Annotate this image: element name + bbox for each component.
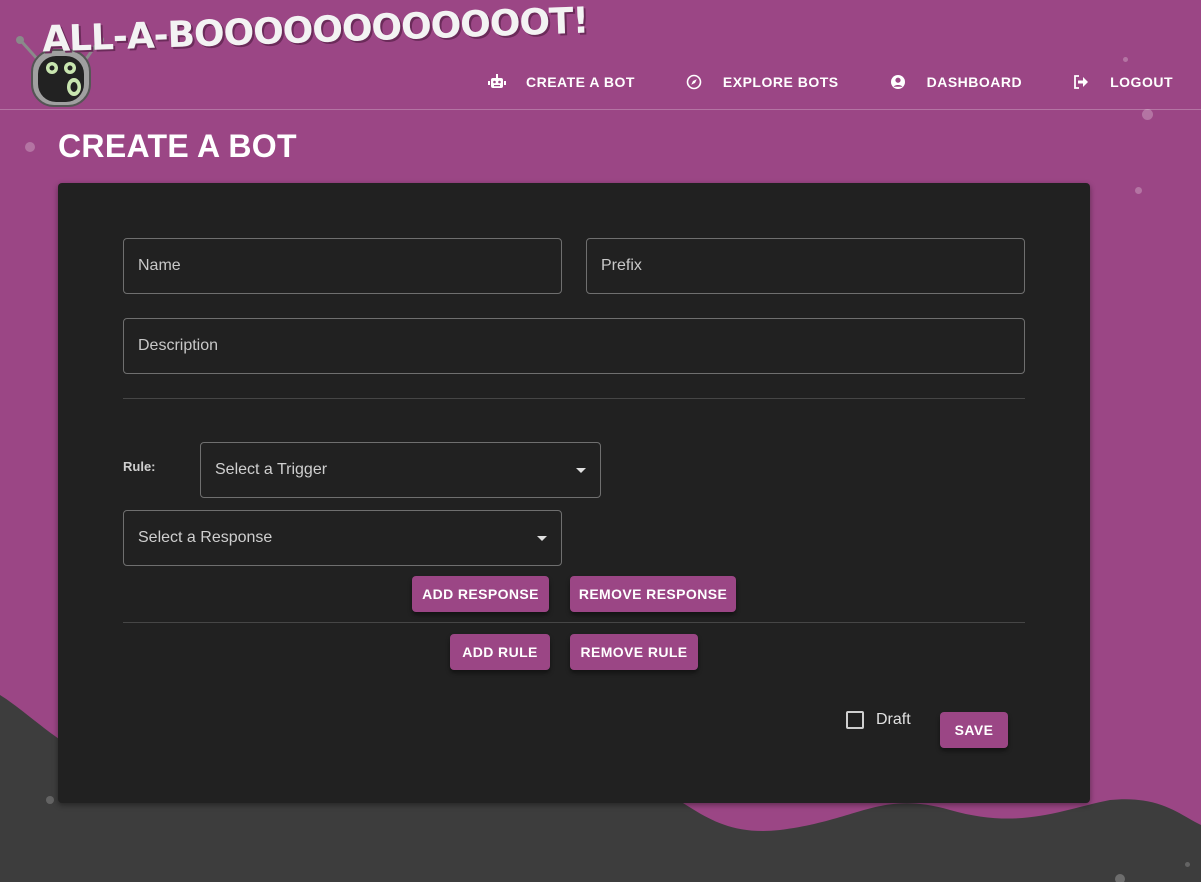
user-circle-icon <box>889 73 907 91</box>
save-button[interactable]: SAVE <box>940 712 1008 748</box>
name-input[interactable] <box>138 257 561 275</box>
chevron-down-icon <box>576 467 586 473</box>
create-bot-form: Rule: Select a Trigger Select a Response… <box>58 183 1090 803</box>
nav-create-a-bot[interactable]: CREATE A BOT <box>488 73 635 91</box>
decor-dot <box>1135 187 1142 194</box>
sign-out-icon <box>1072 73 1090 91</box>
remove-response-button[interactable]: REMOVE RESPONSE <box>570 576 736 612</box>
response-select-value: Select a Response <box>138 529 273 546</box>
remove-rule-button[interactable]: REMOVE RULE <box>570 634 698 670</box>
compass-icon <box>685 73 703 91</box>
trigger-select[interactable]: Select a Trigger <box>200 442 601 498</box>
chevron-down-icon <box>537 535 547 541</box>
trigger-select-value: Select a Trigger <box>215 461 328 478</box>
nav-dashboard[interactable]: DASHBOARD <box>889 73 1023 91</box>
draft-toggle[interactable]: Draft <box>846 711 911 729</box>
section-divider <box>123 398 1025 399</box>
brand-logo[interactable]: ALL-A-BOOOOOOOOOOOOT! <box>14 0 589 108</box>
decor-dot <box>1142 109 1153 120</box>
add-rule-button[interactable]: ADD RULE <box>450 634 550 670</box>
nav-logout[interactable]: LOGOUT <box>1072 73 1173 91</box>
decor-dot <box>1115 874 1125 882</box>
draft-checkbox[interactable] <box>846 711 864 729</box>
nav-label: LOGOUT <box>1110 74 1173 90</box>
brand-logo-text: ALL-A-BOOOOOOOOOOOOT! <box>41 0 589 61</box>
decor-dot <box>1185 862 1190 867</box>
nav-label: CREATE A BOT <box>526 74 635 90</box>
description-input[interactable] <box>138 337 1024 355</box>
draft-label: Draft <box>876 711 911 728</box>
nav-label: EXPLORE BOTS <box>722 74 839 90</box>
main-nav: CREATE A BOT EXPLORE BOTS DASHBOARD LOGO… <box>488 72 1173 92</box>
name-field[interactable] <box>123 238 562 294</box>
rule-divider <box>123 622 1025 623</box>
decor-dot <box>46 796 54 804</box>
top-header: ALL-A-BOOOOOOOOOOOOT! CREATE A BOT EXPLO… <box>0 0 1201 110</box>
decor-dot <box>25 142 35 152</box>
nav-label: DASHBOARD <box>926 74 1023 90</box>
robot-icon <box>488 73 506 91</box>
response-select[interactable]: Select a Response <box>123 510 562 566</box>
prefix-input[interactable] <box>601 257 1024 275</box>
add-response-button[interactable]: ADD RESPONSE <box>412 576 549 612</box>
page-title: CREATE A BOT <box>58 128 297 164</box>
rule-label: Rule: <box>123 459 156 474</box>
nav-explore-bots[interactable]: EXPLORE BOTS <box>685 73 839 91</box>
prefix-field[interactable] <box>586 238 1025 294</box>
description-field[interactable] <box>123 318 1025 374</box>
